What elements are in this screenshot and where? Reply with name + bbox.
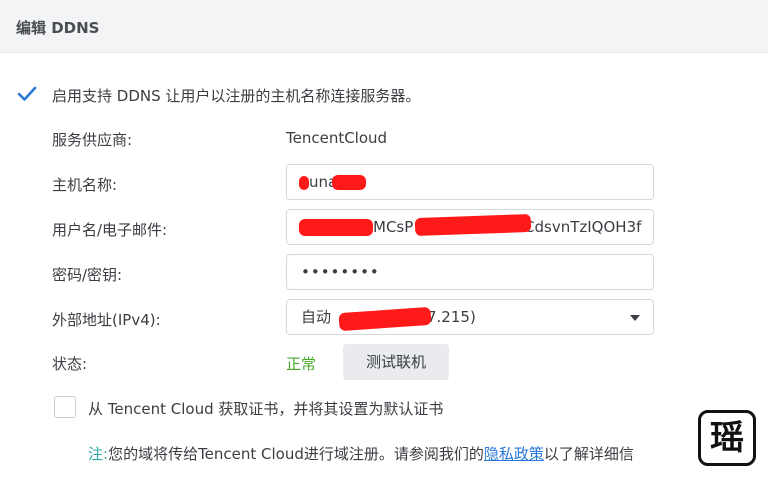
test-connection-button[interactable]: 测试联机 [343,344,449,380]
redaction-mark [299,219,373,236]
provider-value: TencentCloud [286,129,388,147]
username-input[interactable]: MCsP nbCdsvnTzIQOH3f [286,209,654,245]
logo-text: 瑶 [710,418,744,458]
external-ip-suffix: 7.215) [427,308,476,326]
privacy-policy-link[interactable]: 隐私政策 [484,445,544,463]
external-ip-label: 外部地址(IPv4): [52,311,161,329]
redaction-mark [299,176,309,190]
note-text: 您的域将传给Tencent Cloud进行域注册。请参阅我们的 [108,445,484,463]
username-value-head: MCsP [373,218,414,236]
note-tag: 注: [88,445,109,463]
external-ip-prefix: 自动 [301,308,332,326]
redaction-mark [338,306,432,332]
password-value: •••••••• [301,263,380,281]
provider-label: 服务供应商: [52,131,133,149]
privacy-note: 注:您的域将传给Tencent Cloud进行域注册。请参阅我们的隐私政策以了解… [88,443,634,464]
status-value: 正常 [286,355,317,373]
get-certificate-checkbox[interactable] [54,396,76,418]
password-input[interactable]: •••••••• [286,254,654,290]
status-label: 状态: [52,355,88,373]
note-text-after: 以了解详细信 [543,445,634,463]
get-certificate-label: 从 Tencent Cloud 获取证书，并将其设置为默认证书 [88,400,444,418]
watermark-logo: 瑶 [698,410,756,466]
checkmark-icon [17,86,37,101]
dialog-header: 编辑 DDNS [0,0,768,53]
enable-ddns-checkbox[interactable] [16,83,38,105]
dialog-title: 编辑 DDNS [16,19,100,37]
hostname-input[interactable]: una [286,164,654,200]
enable-ddns-label: 启用支持 DDNS 让用户以注册的主机名称连接服务器。 [52,87,421,105]
hostname-label: 主机名称: [52,176,118,194]
redaction-mark [332,175,366,190]
chevron-down-icon [630,315,640,321]
password-label: 密码/密钥: [52,266,123,284]
username-label: 用户名/电子邮件: [52,221,168,239]
external-ip-select[interactable]: 自动 7.215) [286,299,654,335]
